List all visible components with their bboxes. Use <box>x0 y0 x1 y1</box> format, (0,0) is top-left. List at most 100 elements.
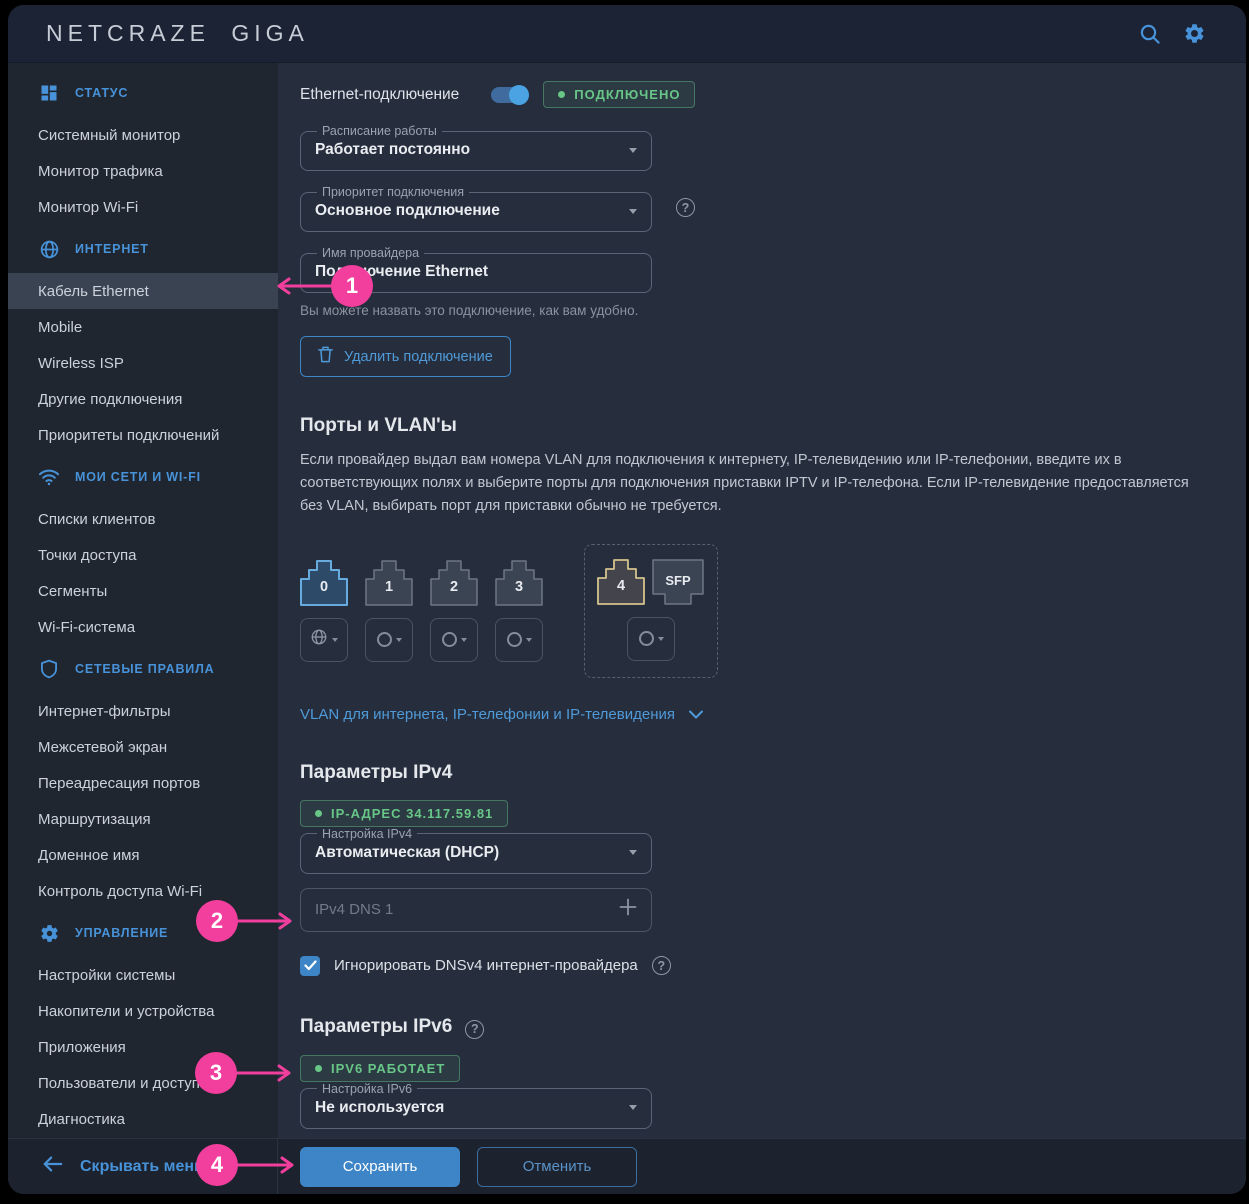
schedule-label: Расписание работы <box>317 124 442 138</box>
port-2-role-dropdown[interactable] <box>430 618 478 662</box>
sidebar-item-wifi-access-control[interactable]: Контроль доступа Wi-Fi <box>8 873 278 909</box>
status-dot <box>315 810 322 817</box>
sidebar-section-network-rules: СЕТЕВЫЕ ПРАВИЛА <box>8 645 278 693</box>
circle-icon <box>442 632 457 647</box>
ignore-dnsv4-checkbox[interactable] <box>300 956 320 976</box>
sidebar-item-diagnostics[interactable]: Диагностика <box>8 1101 278 1137</box>
sidebar-section-status: СТАТУС <box>8 69 278 117</box>
sidebar-item-system-monitor[interactable]: Системный монитор <box>8 117 278 153</box>
sidebar-item-internet-filters[interactable]: Интернет-фильтры <box>8 693 278 729</box>
search-icon[interactable] <box>1138 22 1162 46</box>
app-header: NETCRAZE GIGA <box>8 5 1246 63</box>
help-icon[interactable]: ? <box>652 956 671 975</box>
plus-icon[interactable] <box>619 898 637 921</box>
chevron-down-icon <box>629 148 637 153</box>
port-sfp[interactable]: SFP <box>651 559 705 605</box>
ipv4-config-label: Настройка IPv4 <box>317 827 417 841</box>
callout-2: 2 <box>196 900 238 942</box>
app-window: NETCRAZE GIGA СТАТУС Системный монитор М… <box>8 5 1246 1194</box>
sidebar-item-drives-devices[interactable]: Накопители и устройства <box>8 993 278 1029</box>
combo-port-group: 4 SFP <box>584 544 718 678</box>
sidebar-item-wireless-isp[interactable]: Wireless ISP <box>8 345 278 381</box>
sidebar-item-firewall[interactable]: Межсетевой экран <box>8 729 278 765</box>
help-icon[interactable]: ? <box>465 1020 484 1039</box>
sidebar-item-domain-name[interactable]: Доменное имя <box>8 837 278 873</box>
chevron-down-icon <box>629 209 637 214</box>
globe-icon <box>310 628 328 651</box>
circle-icon <box>377 632 392 647</box>
ignore-dnsv4-label: Игнорировать DNSv4 интернет-провайдера <box>334 957 638 974</box>
shield-icon <box>38 658 60 680</box>
port-0-role-dropdown[interactable] <box>300 618 348 662</box>
sidebar-item-traffic-monitor[interactable]: Монитор трафика <box>8 153 278 189</box>
status-badge: ПОДКЛЮЧЕНО <box>543 81 695 108</box>
port-1-role-dropdown[interactable] <box>365 618 413 662</box>
cancel-button[interactable]: Отменить <box>477 1147 637 1187</box>
connection-toggle[interactable] <box>491 87 527 103</box>
sidebar-item-wifi-monitor[interactable]: Монитор Wi-Fi <box>8 189 278 225</box>
dashboard-icon <box>38 82 60 104</box>
chevron-down-icon <box>461 638 467 642</box>
gear-icon <box>38 922 60 944</box>
sidebar-item-wifi-system[interactable]: Wi-Fi-система <box>8 609 278 645</box>
status-dot <box>315 1065 322 1072</box>
sidebar-item-client-lists[interactable]: Списки клиентов <box>8 501 278 537</box>
provider-name-label: Имя провайдера <box>317 246 424 260</box>
sidebar-item-ethernet-cable[interactable]: Кабель Ethernet <box>8 273 278 309</box>
callout-4-arrow <box>236 1155 300 1175</box>
sidebar-item-segments[interactable]: Сегменты <box>8 573 278 609</box>
port-0-selected[interactable]: 0 <box>300 560 348 606</box>
arrow-left-icon <box>42 1154 64 1179</box>
port-1[interactable]: 1 <box>365 560 413 606</box>
combo-port-role-dropdown[interactable] <box>627 617 675 661</box>
status-dot <box>558 91 565 98</box>
sidebar-item-port-forwarding[interactable]: Переадресация портов <box>8 765 278 801</box>
delete-connection-button[interactable]: Удалить подключение <box>300 336 511 377</box>
ipv4-dns1-input[interactable]: IPv4 DNS 1 <box>300 888 652 932</box>
action-bar: Сохранить Отменить <box>278 1138 1246 1194</box>
port-3[interactable]: 3 <box>495 560 543 606</box>
wifi-icon <box>38 466 60 488</box>
callout-4: 4 <box>196 1144 238 1186</box>
connection-title: Ethernet-подключение <box>300 86 459 104</box>
trash-icon <box>318 346 333 367</box>
chevron-down-icon <box>658 637 664 641</box>
callout-2-arrow <box>236 911 298 931</box>
callout-1: 1 <box>331 265 373 307</box>
ipv6-status-badge: IPV6 РАБОТАЕТ <box>300 1055 460 1082</box>
port-2[interactable]: 2 <box>430 560 478 606</box>
save-button[interactable]: Сохранить <box>300 1147 460 1187</box>
ports-row: 0 1 <box>300 544 1206 678</box>
port-4-highlighted[interactable]: 4 <box>597 559 645 605</box>
ipv6-section-title: Параметры IPv6 <box>300 1016 452 1038</box>
sidebar-item-connection-priorities[interactable]: Приоритеты подключений <box>8 417 278 453</box>
ports-section-description: Если провайдер выдал вам номера VLAN для… <box>300 449 1205 518</box>
sidebar-item-routing[interactable]: Маршрутизация <box>8 801 278 837</box>
gear-icon[interactable] <box>1182 22 1206 46</box>
sidebar-item-access-points[interactable]: Точки доступа <box>8 537 278 573</box>
sidebar-item-system-settings[interactable]: Настройки системы <box>8 957 278 993</box>
sidebar-item-applications[interactable]: Приложения <box>8 1029 278 1065</box>
callout-3-arrow <box>235 1063 297 1083</box>
port-3-role-dropdown[interactable] <box>495 618 543 662</box>
priority-select[interactable]: Приоритет подключения Основное подключен… <box>300 185 652 232</box>
sidebar: СТАТУС Системный монитор Монитор трафика… <box>8 63 278 1194</box>
sidebar-item-other-connections[interactable]: Другие подключения <box>8 381 278 417</box>
ipv4-config-select[interactable]: Настройка IPv4 Автоматическая (DHCP) <box>300 827 652 874</box>
sidebar-item-mobile[interactable]: Mobile <box>8 309 278 345</box>
chevron-down-icon <box>629 850 637 855</box>
ipv4-section-title: Параметры IPv4 <box>300 762 1206 784</box>
ipv4-address-badge: IP-АДРЕС 34.117.59.81 <box>300 800 508 827</box>
help-icon[interactable]: ? <box>676 198 695 217</box>
ipv6-config-label: Настройка IPv6 <box>317 1082 417 1096</box>
globe-icon <box>38 238 60 260</box>
schedule-select[interactable]: Расписание работы Работает постоянно <box>300 124 652 171</box>
brand-logo: NETCRAZE GIGA <box>46 20 309 47</box>
ipv6-config-select[interactable]: Настройка IPv6 Не используется <box>300 1082 652 1129</box>
chevron-down-icon <box>526 638 532 642</box>
vlan-expander-link[interactable]: VLAN для интернета, IP-телефонии и IP-те… <box>300 706 703 723</box>
callout-3: 3 <box>195 1052 237 1094</box>
chevron-down-icon <box>396 638 402 642</box>
chevron-down-icon <box>689 706 703 723</box>
main-panel: Ethernet-подключение ПОДКЛЮЧЕНО Расписан… <box>278 63 1246 1194</box>
